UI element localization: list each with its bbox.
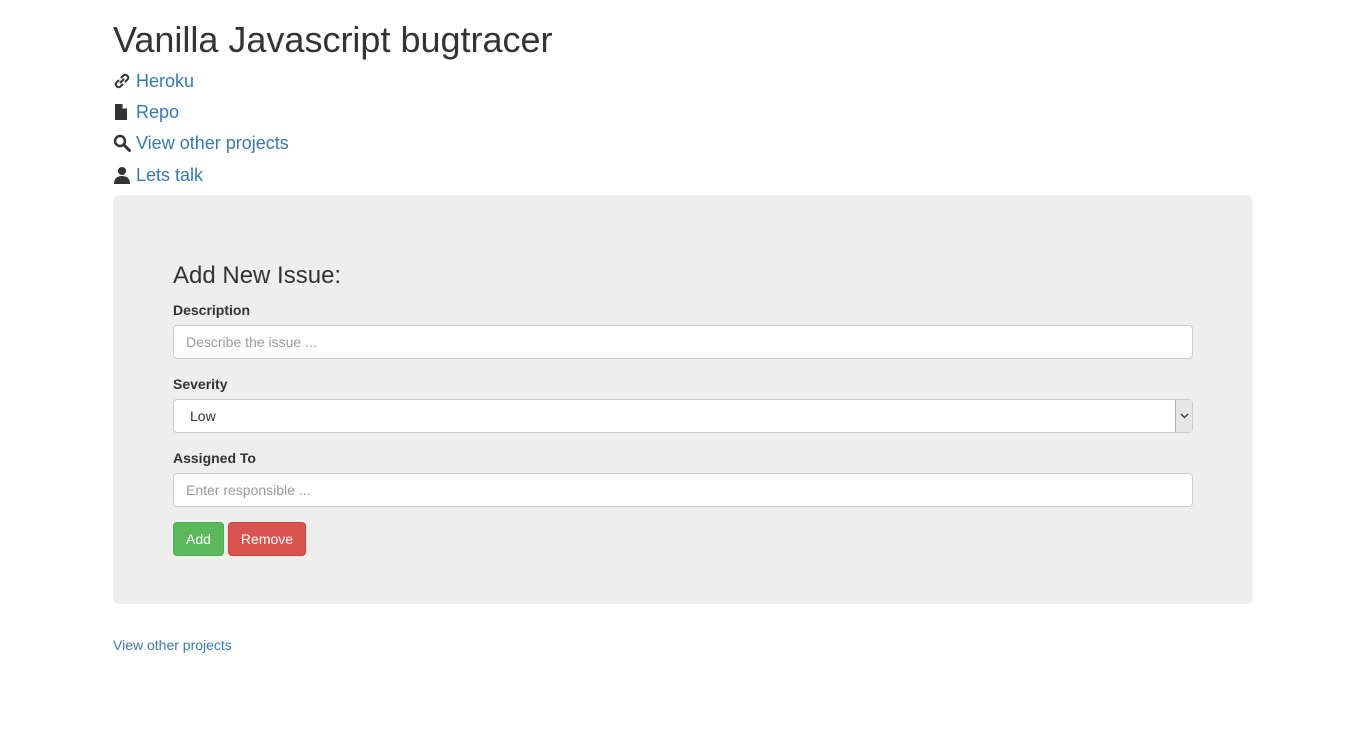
severity-label: Severity xyxy=(173,376,228,392)
issue-form-panel: Add New Issue: Description Severity Low … xyxy=(113,195,1253,604)
page-title: Vanilla Javascript bugtracer xyxy=(113,19,553,60)
other-projects-link-row: View other projects xyxy=(113,131,289,155)
chevron-down-icon[interactable] xyxy=(1175,400,1192,432)
search-icon xyxy=(113,133,131,153)
form-title: Add New Issue: xyxy=(173,262,342,289)
link-icon xyxy=(113,71,131,91)
severity-selected-value: Low xyxy=(190,408,216,424)
add-button[interactable]: Add xyxy=(173,522,224,556)
assigned-to-input[interactable] xyxy=(173,473,1193,507)
heroku-link-row: Heroku xyxy=(113,69,194,93)
severity-select[interactable]: Low xyxy=(173,399,1193,433)
assigned-to-label: Assigned To xyxy=(173,450,256,466)
repo-link[interactable]: Repo xyxy=(136,101,179,123)
contact-link[interactable]: Lets talk xyxy=(136,164,203,186)
remove-button[interactable]: Remove xyxy=(228,522,306,556)
repo-link-row: Repo xyxy=(113,100,179,124)
footer-other-projects-link[interactable]: View other projects xyxy=(113,636,232,654)
contact-link-row: Lets talk xyxy=(113,163,203,187)
other-projects-link[interactable]: View other projects xyxy=(136,132,289,154)
user-icon xyxy=(113,165,131,185)
heroku-link[interactable]: Heroku xyxy=(136,70,194,92)
description-label: Description xyxy=(173,302,251,318)
description-input[interactable] xyxy=(173,325,1193,359)
file-icon xyxy=(113,102,131,122)
